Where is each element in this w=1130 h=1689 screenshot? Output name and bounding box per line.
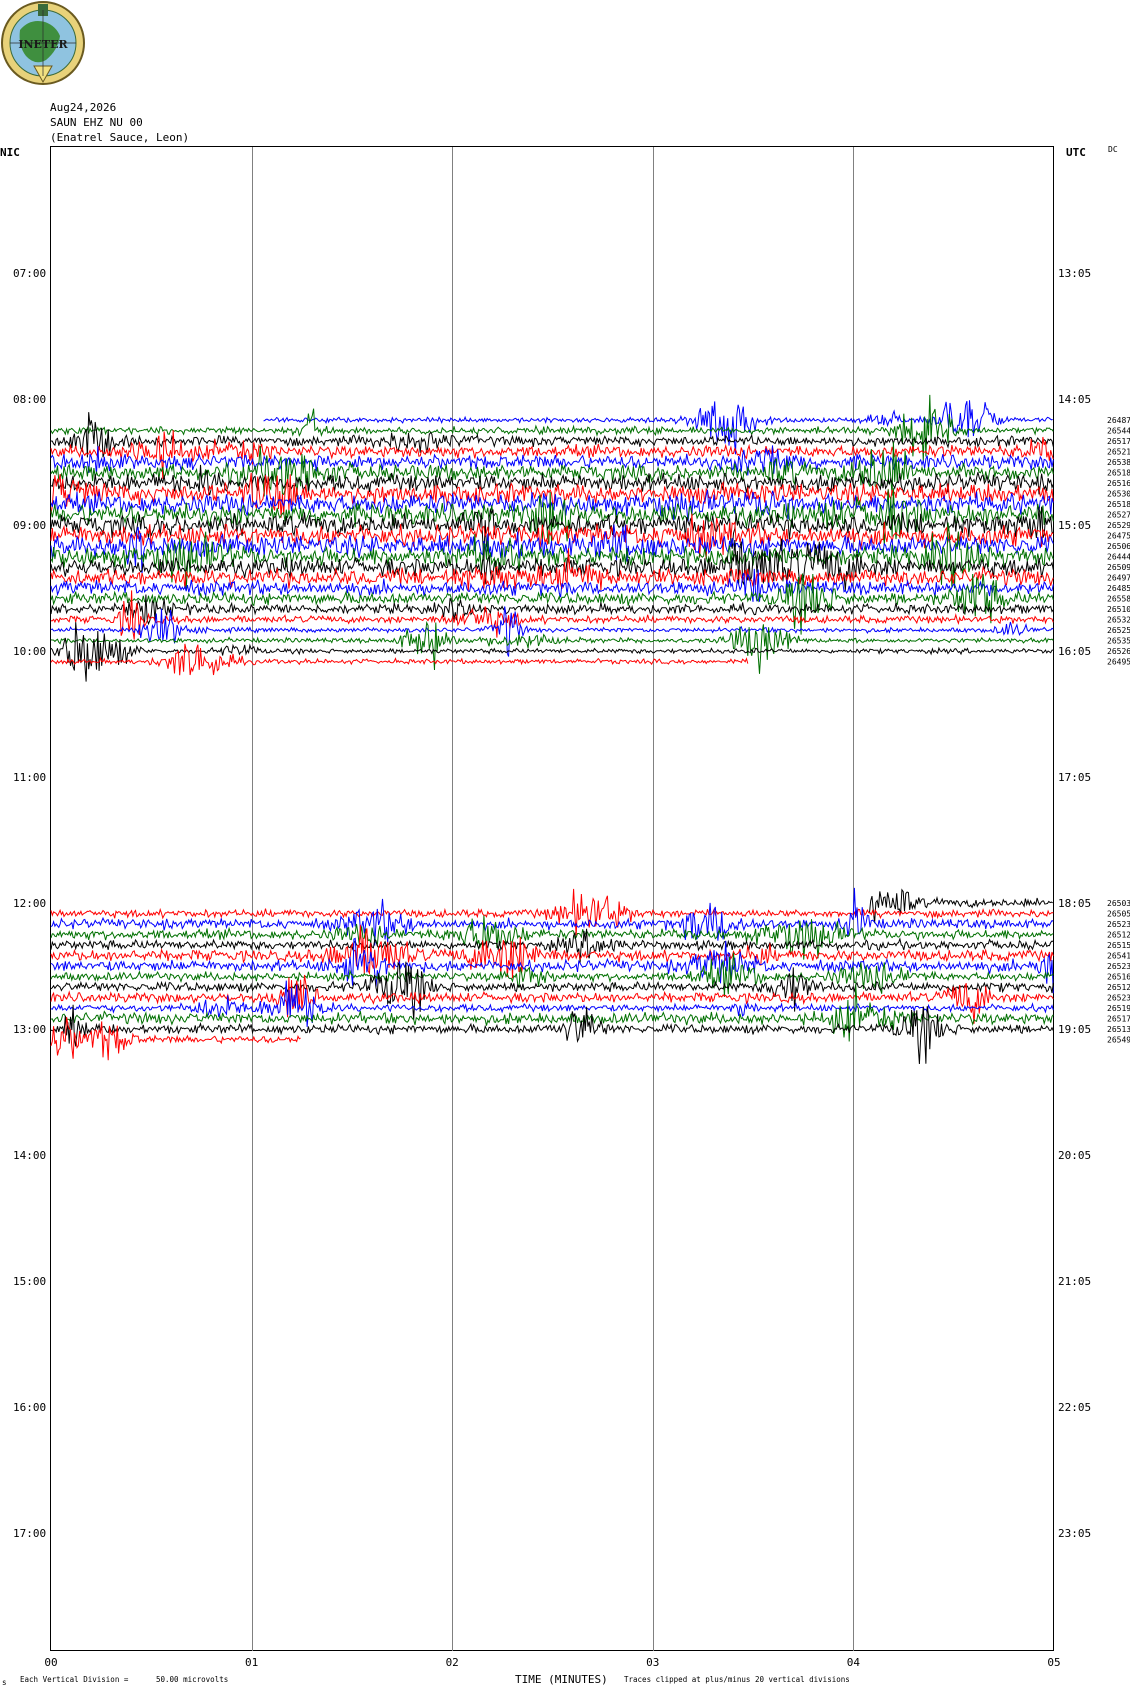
- trace-label: 26509: [1107, 563, 1130, 572]
- right-hour-label: 19:05: [1058, 1023, 1091, 1036]
- station-location: (Enatrel Sauce, Leon): [50, 131, 189, 144]
- trace-label: 26530: [1107, 490, 1130, 499]
- trace-label: 26525: [1107, 626, 1130, 635]
- trace-label: 26544: [1107, 427, 1130, 436]
- seismic-trace: [50, 573, 1054, 635]
- x-tick-label: 05: [1047, 1656, 1060, 1669]
- dc-label: DC: [1108, 145, 1118, 154]
- trace-label: 26523: [1107, 920, 1130, 929]
- seismic-trace: [50, 643, 749, 676]
- corner-mark: s: [2, 1678, 7, 1687]
- trace-label: 26497: [1107, 574, 1130, 583]
- right-hour-label: 16:05: [1058, 645, 1091, 658]
- trace-label: 26510: [1107, 605, 1130, 614]
- plot-frame: [50, 146, 1054, 1651]
- right-hour-label: 17:05: [1058, 771, 1091, 784]
- clip-note: Traces clipped at plus/minus 20 vertical…: [624, 1675, 850, 1684]
- minute-gridlines: [252, 147, 854, 1651]
- trace-label: 26518: [1107, 469, 1130, 478]
- left-hour-label: 08:00: [13, 393, 46, 406]
- trace-label: 26512: [1107, 931, 1130, 940]
- left-hour-label: 15:00: [13, 1275, 46, 1288]
- x-tick-label: 03: [646, 1656, 659, 1669]
- trace-label: 26503: [1107, 899, 1130, 908]
- trace-label: 26526: [1107, 647, 1130, 656]
- seismic-trace: [263, 400, 1053, 455]
- trace-label: 26549: [1107, 1036, 1130, 1045]
- x-tick-label: 00: [44, 1656, 57, 1669]
- trace-label: 26527: [1107, 511, 1130, 520]
- right-hour-label: 18:05: [1058, 897, 1091, 910]
- chart-title: SAUN EHZ NU 00: [50, 116, 143, 129]
- right-hour-label: 21:05: [1058, 1275, 1091, 1288]
- right-hour-label: 13:05: [1058, 267, 1091, 280]
- x-tick-label: 02: [446, 1656, 459, 1669]
- trace-label: 26485: [1107, 584, 1130, 593]
- right-hour-label: 23:05: [1058, 1527, 1091, 1540]
- trace-label: 26487: [1107, 416, 1130, 425]
- logo-text: INETER: [18, 38, 68, 51]
- x-axis-label: TIME (MINUTES): [515, 1673, 608, 1686]
- chart-date: Aug24,2026: [50, 101, 116, 114]
- trace-label: 26517: [1107, 437, 1130, 446]
- right-hour-label: 22:05: [1058, 1401, 1091, 1414]
- left-hour-label: 13:00: [13, 1023, 46, 1036]
- x-axis-ticks: 00 01 02 03 04 05: [44, 1656, 1060, 1669]
- trace-label: 26517: [1107, 1015, 1130, 1024]
- trace-label: 26523: [1107, 962, 1130, 971]
- right-hour-label: 20:05: [1058, 1149, 1091, 1162]
- left-hour-label: 10:00: [13, 645, 46, 658]
- trace-label: 26519: [1107, 1004, 1130, 1013]
- right-hour-label: 14:05: [1058, 393, 1091, 406]
- trace-label: 26523: [1107, 994, 1130, 1003]
- trace-label: 26518: [1107, 500, 1130, 509]
- x-tick-label: 04: [847, 1656, 861, 1669]
- seismic-traces: [50, 394, 1054, 1065]
- trace-label: 26505: [1107, 910, 1130, 919]
- left-timezone: NIC: [0, 146, 20, 159]
- seismic-trace: [50, 606, 1054, 657]
- trace-label: 26529: [1107, 521, 1130, 530]
- seismic-trace: [50, 888, 1054, 936]
- seismic-trace: [868, 888, 1053, 924]
- left-hour-label: 07:00: [13, 267, 46, 280]
- ineter-logo: INETER: [1, 1, 85, 85]
- trace-label: 26495: [1107, 658, 1130, 667]
- left-hour-label: 16:00: [13, 1401, 46, 1414]
- right-timezone: UTC: [1066, 146, 1086, 159]
- left-hour-label: 14:00: [13, 1149, 46, 1162]
- right-hour-label: 15:05: [1058, 519, 1091, 532]
- trace-label: 26535: [1107, 637, 1130, 646]
- trace-label: 26516: [1107, 479, 1130, 488]
- trace-label: 26506: [1107, 542, 1130, 551]
- left-hour-label: 17:00: [13, 1527, 46, 1540]
- trace-label: 26538: [1107, 458, 1130, 467]
- trace-label: 26516: [1107, 973, 1130, 982]
- trace-label: 26512: [1107, 983, 1130, 992]
- vertical-division-label: Each Vertical Division =: [20, 1675, 129, 1684]
- trace-label: 26521: [1107, 448, 1130, 457]
- trace-labels: 2648726544265172652126538265182651626530…: [1107, 416, 1130, 1045]
- trace-label: 26558: [1107, 595, 1130, 604]
- left-hour-label: 12:00: [13, 897, 46, 910]
- trace-label: 26475: [1107, 532, 1130, 541]
- trace-label: 26444: [1107, 553, 1130, 562]
- seismic-trace: [50, 984, 1054, 1042]
- left-hour-label: 11:00: [13, 771, 46, 784]
- vertical-division-value: 50.00 microvolts: [156, 1675, 228, 1684]
- seismic-trace: [50, 1017, 301, 1061]
- left-hour-label: 09:00: [13, 519, 46, 532]
- x-tick-label: 01: [245, 1656, 258, 1669]
- trace-label: 26515: [1107, 941, 1130, 950]
- seismogram-page: INETER Aug24,2026 SAUN EHZ NU 00 (Enatre…: [0, 1, 1130, 1687]
- seismic-trace: [50, 961, 1054, 1020]
- trace-label: 26532: [1107, 616, 1130, 625]
- trace-label: 26513: [1107, 1025, 1130, 1034]
- trace-label: 26541: [1107, 952, 1130, 961]
